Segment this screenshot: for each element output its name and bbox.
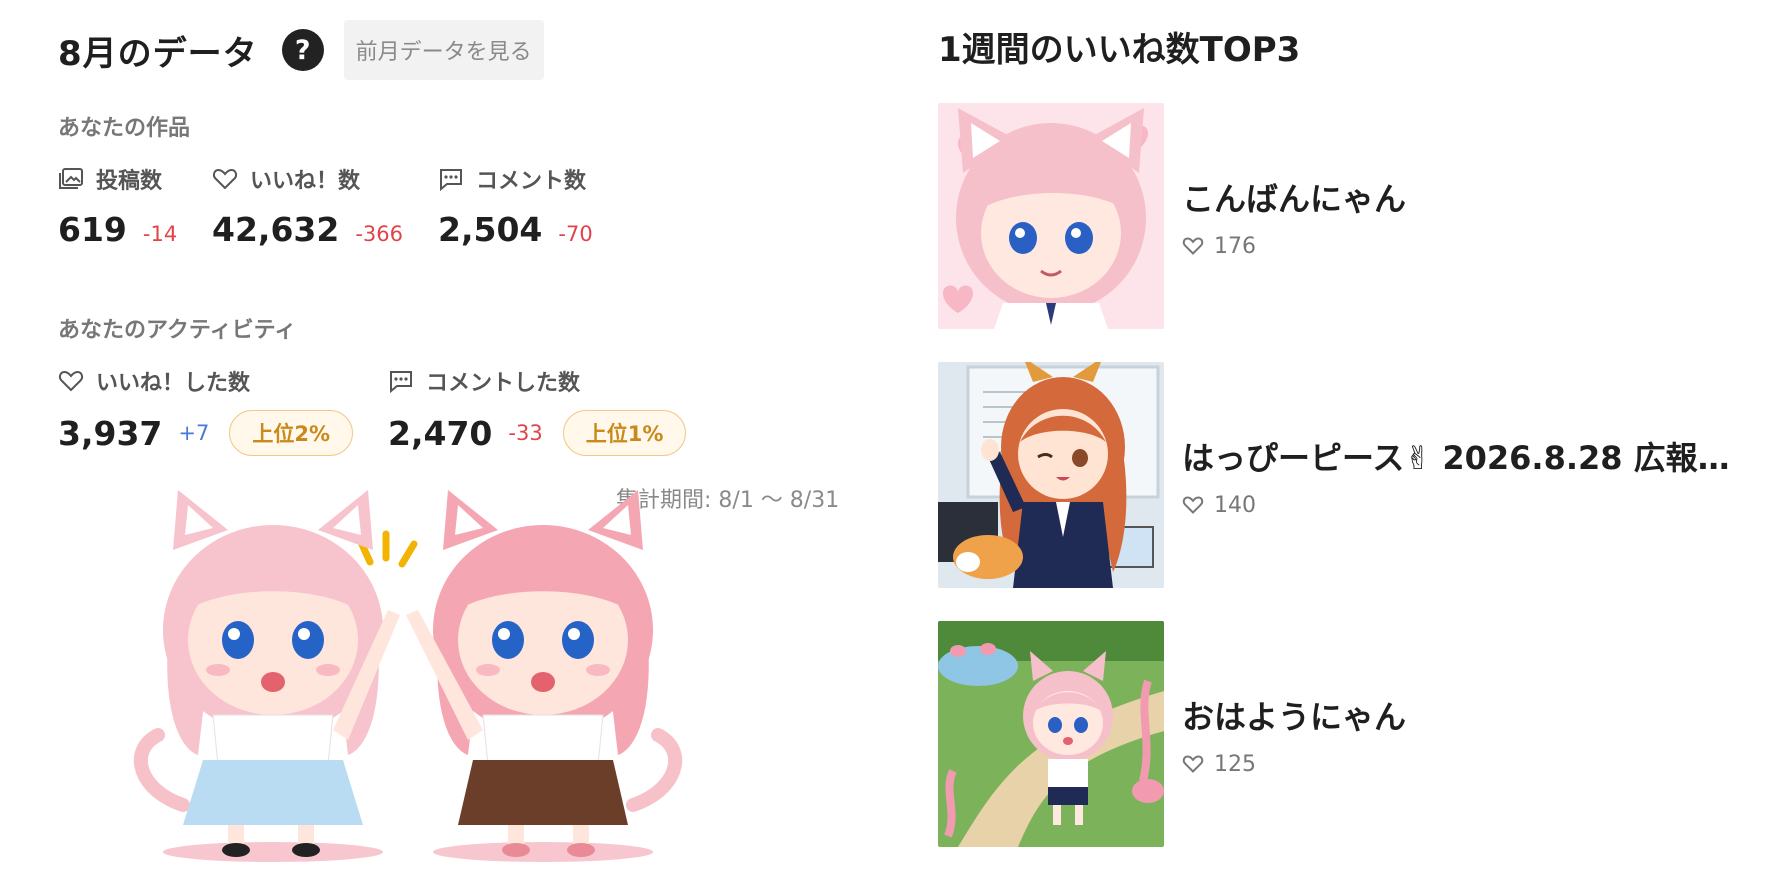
liked-count-value: 3,937	[58, 413, 163, 453]
commented-count-stat: コメントした数 2,470 -33 上位1%	[388, 366, 687, 458]
item-title: おはようにゃん	[1182, 697, 1407, 736]
item-likes: 176	[1182, 234, 1752, 259]
likes-stat: いいね！数 42,632 -366	[212, 164, 403, 250]
posts-label: 投稿数	[96, 169, 163, 194]
item-likes: 140	[1182, 493, 1752, 518]
page-title: 8月のデータ	[58, 33, 258, 74]
posts-delta: -14	[142, 222, 178, 246]
comment-icon	[390, 371, 412, 393]
artwork-thumbnail	[938, 103, 1164, 329]
heart-icon	[1182, 755, 1204, 773]
help-icon[interactable]: ?	[281, 29, 324, 71]
comment-icon	[440, 169, 462, 191]
artwork-thumbnail	[938, 621, 1164, 847]
artwork-thumbnail	[938, 362, 1164, 588]
heart-icon	[1182, 237, 1204, 255]
item-title: はっぴーピース✌ 2026.8.28 広報…	[1182, 438, 1730, 477]
liked-count-label: いいね！した数	[96, 371, 251, 396]
commented-count-label: コメントした数	[426, 371, 581, 396]
high-five-illustration	[133, 490, 683, 862]
comments-label: コメント数	[476, 169, 587, 194]
monthly-data-panel: 8月のデータ ? 前月データを見る あなたの作品 投稿数 619 -14 いいね…	[58, 0, 878, 887]
commented-count-value: 2,470	[388, 413, 493, 453]
liked-count-stat: いいね！した数 3,937 +7 上位2%	[58, 366, 354, 458]
item-likes-count: 125	[1214, 751, 1256, 777]
item-likes: 125	[1182, 752, 1752, 777]
top3-panel: 1週間のいいね数TOP3 こんばんにゃん 176 はっぴーピース✌ 2026.8…	[938, 0, 1774, 887]
commented-rank-badge: 上位1%	[562, 410, 687, 456]
item-likes-count: 176	[1214, 233, 1256, 259]
likes-value: 42,632	[212, 210, 340, 249]
likes-label: いいね！数	[250, 169, 361, 194]
posts-value: 619	[58, 210, 127, 249]
activity-section-label: あなたのアクティビティ	[58, 318, 297, 343]
comments-stat: コメント数 2,504 -70	[438, 164, 593, 250]
posts-stat: 投稿数 619 -14	[58, 164, 177, 250]
comments-delta: -70	[558, 222, 593, 246]
top3-item-2[interactable]: はっぴーピース✌ 2026.8.28 広報… 140	[938, 362, 1774, 588]
likes-delta: -366	[355, 222, 404, 246]
top3-item-1[interactable]: こんばんにゃん 176	[938, 103, 1774, 329]
comments-value: 2,504	[438, 210, 543, 249]
liked-count-delta: +7	[178, 421, 210, 445]
commented-count-delta: -33	[508, 421, 543, 445]
liked-rank-badge: 上位2%	[229, 410, 354, 456]
monthly-header: 8月のデータ ? 前月データを見る	[58, 20, 544, 80]
prev-month-button[interactable]: 前月データを見る	[343, 20, 544, 80]
item-title: こんばんにゃん	[1182, 179, 1407, 218]
top3-item-3[interactable]: おはようにゃん 125	[938, 621, 1774, 847]
heart-icon	[1182, 496, 1204, 514]
item-likes-count: 140	[1214, 492, 1256, 518]
works-section-label: あなたの作品	[58, 116, 191, 141]
posts-icon	[59, 168, 83, 189]
heart-icon	[58, 370, 84, 392]
top3-title: 1週間のいいね数TOP3	[938, 30, 1301, 70]
heart-icon	[212, 168, 238, 190]
